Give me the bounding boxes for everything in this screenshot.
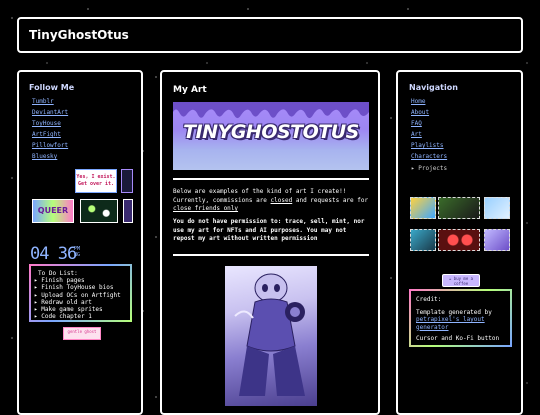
intro-text: Below are examples of the kind of art I … bbox=[173, 188, 369, 214]
credit-box: Credit: Template generated by petrapixel… bbox=[409, 289, 512, 347]
credit-line: Cursor and Ko-Fi button bbox=[416, 335, 500, 342]
gentle-ghost-stamp: gentle ghost bbox=[63, 327, 101, 340]
stamp-image bbox=[438, 197, 480, 219]
todo-item: ▸ Upload OCs on Artfight bbox=[34, 291, 121, 299]
link-pillowfort[interactable]: Pillowfort bbox=[32, 142, 68, 149]
clock-time: 04 36 bbox=[30, 244, 77, 264]
clock-ampm: PM NG bbox=[74, 246, 80, 258]
site-title[interactable]: TinyGhostOtus bbox=[29, 28, 129, 42]
nav-projects[interactable]: ▸ Projects bbox=[411, 165, 447, 172]
divider bbox=[173, 254, 369, 256]
character-artwork bbox=[234, 273, 305, 396]
stamp-image bbox=[410, 197, 436, 219]
requests-text: and requests are for bbox=[295, 196, 369, 204]
link-tumblr[interactable]: Tumblr bbox=[32, 98, 54, 105]
nav-about[interactable]: About bbox=[411, 109, 429, 116]
stamp-image bbox=[484, 229, 510, 251]
todo-item: ▸ Finish pages bbox=[34, 277, 85, 285]
kofi-button[interactable]: ☕ buy me a coffee bbox=[442, 274, 480, 287]
nav-art[interactable]: Art bbox=[411, 131, 422, 138]
todo-item: ▸ Redraw old art bbox=[34, 298, 92, 306]
todo-title: To Do List: bbox=[38, 270, 78, 277]
partial-badge bbox=[121, 169, 133, 193]
credit-title: Credit: bbox=[416, 296, 442, 303]
nav-playlists[interactable]: Playlists bbox=[411, 142, 444, 149]
sparkle-button bbox=[80, 199, 118, 223]
divider bbox=[173, 178, 369, 180]
coffee-icon: ☕ bbox=[448, 276, 452, 281]
closed-link[interactable]: closed bbox=[271, 197, 293, 204]
queer-text: QUEER bbox=[37, 206, 69, 215]
credit-line: Template generated by bbox=[416, 308, 492, 316]
banner-text: TINYGHOSTOTUS bbox=[183, 121, 359, 143]
navigation-heading: Navigation bbox=[409, 83, 458, 92]
layout-generator-link[interactable]: petrapixel's layout generator bbox=[416, 316, 505, 331]
my-art-heading: My Art bbox=[173, 85, 207, 95]
right-sidebar: Navigation Home About FAQ Art Playlists … bbox=[396, 70, 523, 415]
todo-list: To Do List: ▸ Finish pages ▸ Finish ToyH… bbox=[29, 264, 132, 322]
kofi-label: buy me a coffee bbox=[453, 276, 474, 286]
left-sidebar: Follow Me Tumblr DeviantArt ToyHouse Art… bbox=[17, 70, 143, 415]
follow-heading: Follow Me bbox=[29, 83, 75, 92]
main-content: My Art TINYGHOSTOTUS Below are examples … bbox=[160, 70, 380, 415]
todo-item: ▸ Make game sprites bbox=[34, 306, 103, 314]
partial-button bbox=[123, 199, 133, 223]
queer-button: QUEER bbox=[32, 199, 74, 223]
permission-warning: You do not have permission to: trace, se… bbox=[173, 218, 365, 242]
nav-characters[interactable]: Characters bbox=[411, 153, 447, 160]
expand-arrow-icon: ▸ bbox=[411, 165, 415, 172]
site-header: TinyGhostOtus bbox=[17, 17, 523, 53]
nav-faq[interactable]: FAQ bbox=[411, 120, 422, 127]
link-bluesky[interactable]: Bluesky bbox=[32, 153, 57, 160]
todo-item: ▸ Finish ToyHouse bios bbox=[34, 284, 114, 292]
clock-day-text: NG bbox=[74, 252, 81, 258]
yes-i-exist-badge: Yes, I exist. Get over it. bbox=[75, 169, 117, 193]
stamp-image bbox=[484, 197, 510, 219]
badge-text: Yes, I exist. Get over it. bbox=[76, 174, 116, 187]
todo-item: ▸ Code chapter 1 bbox=[34, 313, 92, 321]
close-friends-link[interactable]: close friends only bbox=[173, 205, 238, 212]
link-toyhouse[interactable]: ToyHouse bbox=[32, 120, 61, 127]
link-artfight[interactable]: ArtFight bbox=[32, 131, 61, 138]
stamp-image bbox=[410, 229, 436, 251]
nav-home[interactable]: Home bbox=[411, 98, 425, 105]
stamp-text: gentle ghost bbox=[67, 329, 97, 334]
site-banner: TINYGHOSTOTUS bbox=[173, 102, 369, 170]
artwork-preview[interactable] bbox=[225, 266, 317, 406]
stamp-image bbox=[438, 229, 480, 251]
nav-projects-label: Projects bbox=[418, 165, 448, 172]
link-deviantart[interactable]: DeviantArt bbox=[32, 109, 68, 116]
